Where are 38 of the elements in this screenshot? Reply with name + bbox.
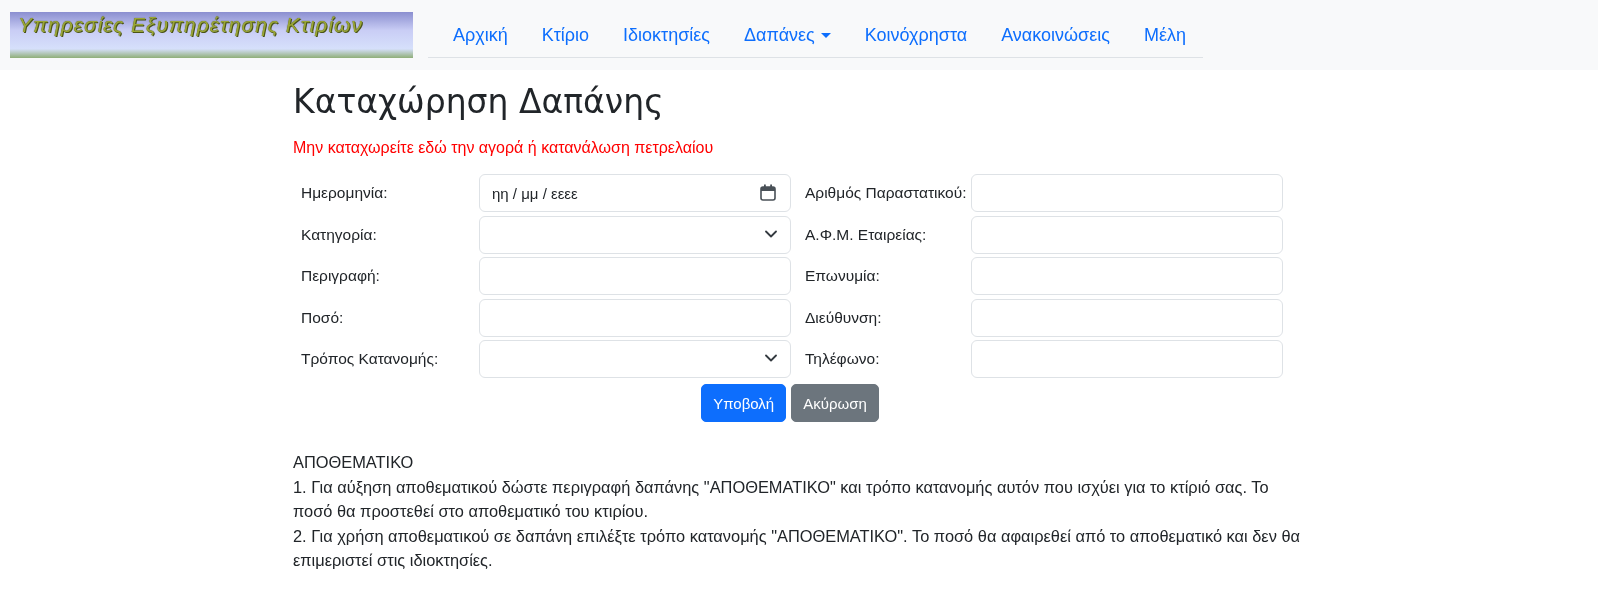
- field-label: Τρόπος Κατανομής:: [300, 349, 440, 369]
- note-text: 2. Για χρήση αποθεματικού σε δαπάνη επιλέξτε τρόπο κατανομής "ΑΠΟΘΕΜΑΤΙΚΟ". Το ποσό θα αφαιρεθεί από το αποθεματικό και δεν θα επιμεριστεί στις ιδιοκτησίες.: [293, 525, 1301, 571]
- caret-icon: [820, 33, 831, 38]
- field-label: Ημερομηνία:: [300, 183, 389, 203]
- input-field[interactable]: [971, 215, 1283, 254]
- nav-link[interactable]: Κτίριο: [524, 13, 607, 58]
- nav-link[interactable]: Ανακοινώσεις: [984, 13, 1127, 58]
- input-field[interactable]: [971, 298, 1283, 337]
- nav-link[interactable]: Ιδιοκτησίες: [606, 13, 728, 58]
- calendar-icon[interactable]: [760, 184, 776, 201]
- nav-link[interactable]: Μέλη: [1126, 13, 1203, 58]
- note-text: 1. Για αύξηση αποθεματικού δώστε περιγραφή δαπάνης "ΑΠΟΘΕΜΑΤΙΚΟ" και τρόπο κατανομής αυτόν που ισχύει για το κτίριό σας. Το ποσό θα προστεθεί στο αποθεματικό του κτιρίου.: [293, 476, 1270, 522]
- submit-button[interactable]: Υποβολή: [701, 384, 787, 422]
- nav-link[interactable]: Αρχική: [436, 13, 525, 58]
- notes-heading: ΑΠΟΘΕΜΑΤΙΚΟ: [293, 452, 415, 473]
- input-field[interactable]: [479, 298, 791, 337]
- field-label: Κατηγορία:: [300, 224, 378, 245]
- warning-text: Μην καταχωρείτε εδώ την αγορά ή κατανάλωση πετρελαίου: [293, 138, 715, 158]
- field-label: Ποσό:: [300, 307, 345, 328]
- input-field[interactable]: [971, 174, 1283, 212]
- dropdown-field[interactable]: [479, 215, 791, 254]
- field-label: Περιγραφή:: [300, 266, 381, 286]
- nav-link[interactable]: Κοινόχρηστα: [847, 13, 985, 58]
- field-label: Αριθμός Παραστατικού:: [805, 183, 968, 203]
- field-label: Διεύθυνση:: [805, 307, 883, 328]
- input-field[interactable]: [971, 340, 1283, 378]
- page-title: Καταχώρηση Δαπάνης: [293, 82, 665, 122]
- field-label: Τηλέφωνο:: [805, 349, 881, 369]
- field-label: Επωνυμία:: [805, 266, 881, 286]
- field-label: Α.Φ.Μ. Εταιρείας:: [805, 224, 928, 245]
- dropdown-field[interactable]: [479, 340, 791, 378]
- input-field[interactable]: [479, 257, 791, 295]
- nav-dropdown[interactable]: Δαπάνες: [727, 13, 848, 58]
- date-field[interactable]: ηη / μμ / εεεε: [479, 174, 791, 212]
- cancel-button[interactable]: Ακύρωση: [791, 384, 879, 422]
- chevron-down-icon: [765, 229, 777, 238]
- input-field[interactable]: [971, 257, 1283, 295]
- chevron-down-icon: [765, 354, 777, 362]
